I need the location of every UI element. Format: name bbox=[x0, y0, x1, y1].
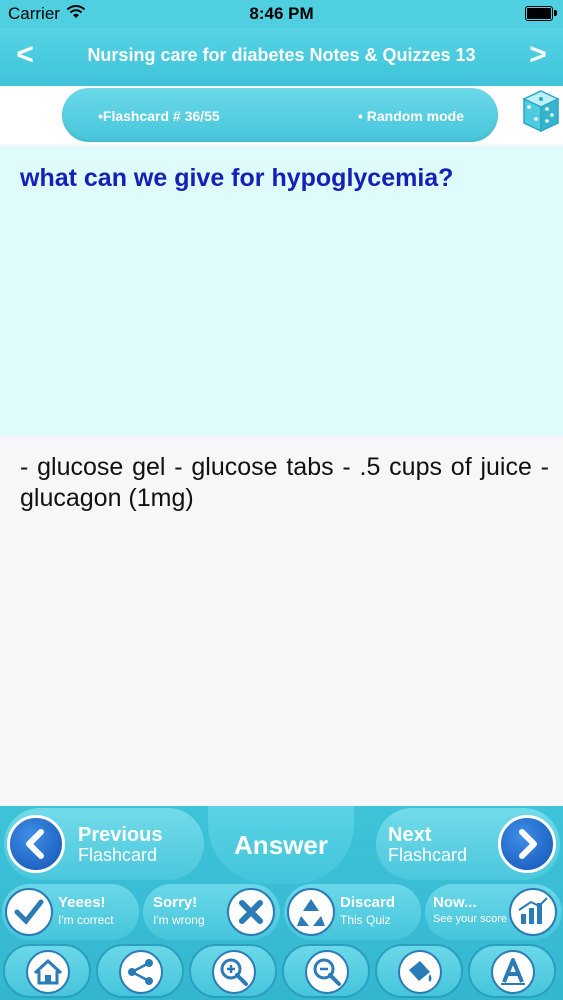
back-button[interactable]: < bbox=[10, 38, 40, 72]
theme-color-button[interactable] bbox=[375, 944, 463, 998]
recycle-icon bbox=[287, 888, 335, 936]
correct-sublabel: I'm correct bbox=[58, 913, 114, 927]
status-time: 8:46 PM bbox=[249, 4, 314, 23]
wrong-label: Sorry! bbox=[153, 894, 198, 911]
chart-icon bbox=[509, 888, 557, 936]
share-button[interactable] bbox=[96, 944, 184, 998]
zoom-in-button[interactable] bbox=[189, 944, 277, 998]
next-flashcard-button[interactable]: Next Flashcard bbox=[376, 808, 560, 880]
mode-label: • Random mode bbox=[357, 108, 464, 124]
font-icon bbox=[491, 950, 535, 994]
previous-flashcard-button[interactable]: Previous Flashcard bbox=[4, 808, 204, 880]
next-sublabel: Flashcard bbox=[388, 845, 468, 865]
wrong-button[interactable]: Sorry! I'm wrong bbox=[143, 884, 280, 940]
discard-quiz-button[interactable]: Discard This Quiz bbox=[284, 884, 421, 940]
flashcard-info-pill: •Flashcard # 36/55 • Random mode bbox=[62, 88, 498, 142]
checkmark-icon bbox=[5, 888, 53, 936]
next-label: Next bbox=[388, 824, 432, 846]
flashcard-info-band: •Flashcard # 36/55 • Random mode bbox=[0, 86, 563, 144]
discard-label: Discard bbox=[340, 894, 396, 911]
home-button[interactable] bbox=[3, 944, 91, 998]
x-icon bbox=[227, 888, 275, 936]
question-panel: what can we give for hypoglycemia? bbox=[0, 146, 563, 436]
font-button[interactable] bbox=[468, 944, 556, 998]
see-score-button[interactable]: Now... See your score bbox=[425, 884, 562, 940]
navigation-bar: < Nursing care for diabetes Notes & Quiz… bbox=[0, 28, 563, 86]
status-bar: Carrier 8:46 PM bbox=[0, 0, 563, 28]
answer-panel: - glucose gel - glucose tabs - .5 cups o… bbox=[0, 436, 563, 806]
previous-sublabel: Flashcard bbox=[78, 845, 158, 865]
paint-bucket-icon bbox=[398, 950, 442, 994]
question-text: what can we give for hypoglycemia? bbox=[20, 164, 454, 192]
left-arrow-icon bbox=[7, 815, 65, 873]
correct-label: Yeees! bbox=[58, 894, 106, 911]
right-arrow-icon bbox=[498, 815, 556, 873]
share-icon bbox=[119, 950, 163, 994]
home-icon bbox=[26, 950, 70, 994]
dice-icon[interactable] bbox=[522, 87, 560, 135]
previous-label: Previous bbox=[78, 824, 163, 846]
wrong-sublabel: I'm wrong bbox=[153, 913, 205, 927]
correct-button[interactable]: Yeees! I'm correct bbox=[2, 884, 139, 940]
zoom-out-icon bbox=[305, 950, 349, 994]
forward-button[interactable]: > bbox=[523, 38, 553, 72]
discard-sublabel: This Quiz bbox=[340, 913, 391, 927]
tools-row bbox=[0, 942, 563, 1000]
flashcard-counter: •Flashcard # 36/55 bbox=[98, 108, 220, 124]
score-label: Now... bbox=[433, 894, 477, 911]
zoom-in-icon bbox=[212, 950, 256, 994]
answer-button-label: Answer bbox=[234, 830, 328, 860]
zoom-out-button[interactable] bbox=[282, 944, 370, 998]
page-title: Nursing care for diabetes Notes & Quizze… bbox=[87, 45, 476, 65]
battery-icon bbox=[525, 6, 557, 21]
answer-text: - glucose gel - glucose tabs - .5 cups o… bbox=[20, 453, 549, 512]
score-sublabel: See your score bbox=[433, 913, 507, 925]
